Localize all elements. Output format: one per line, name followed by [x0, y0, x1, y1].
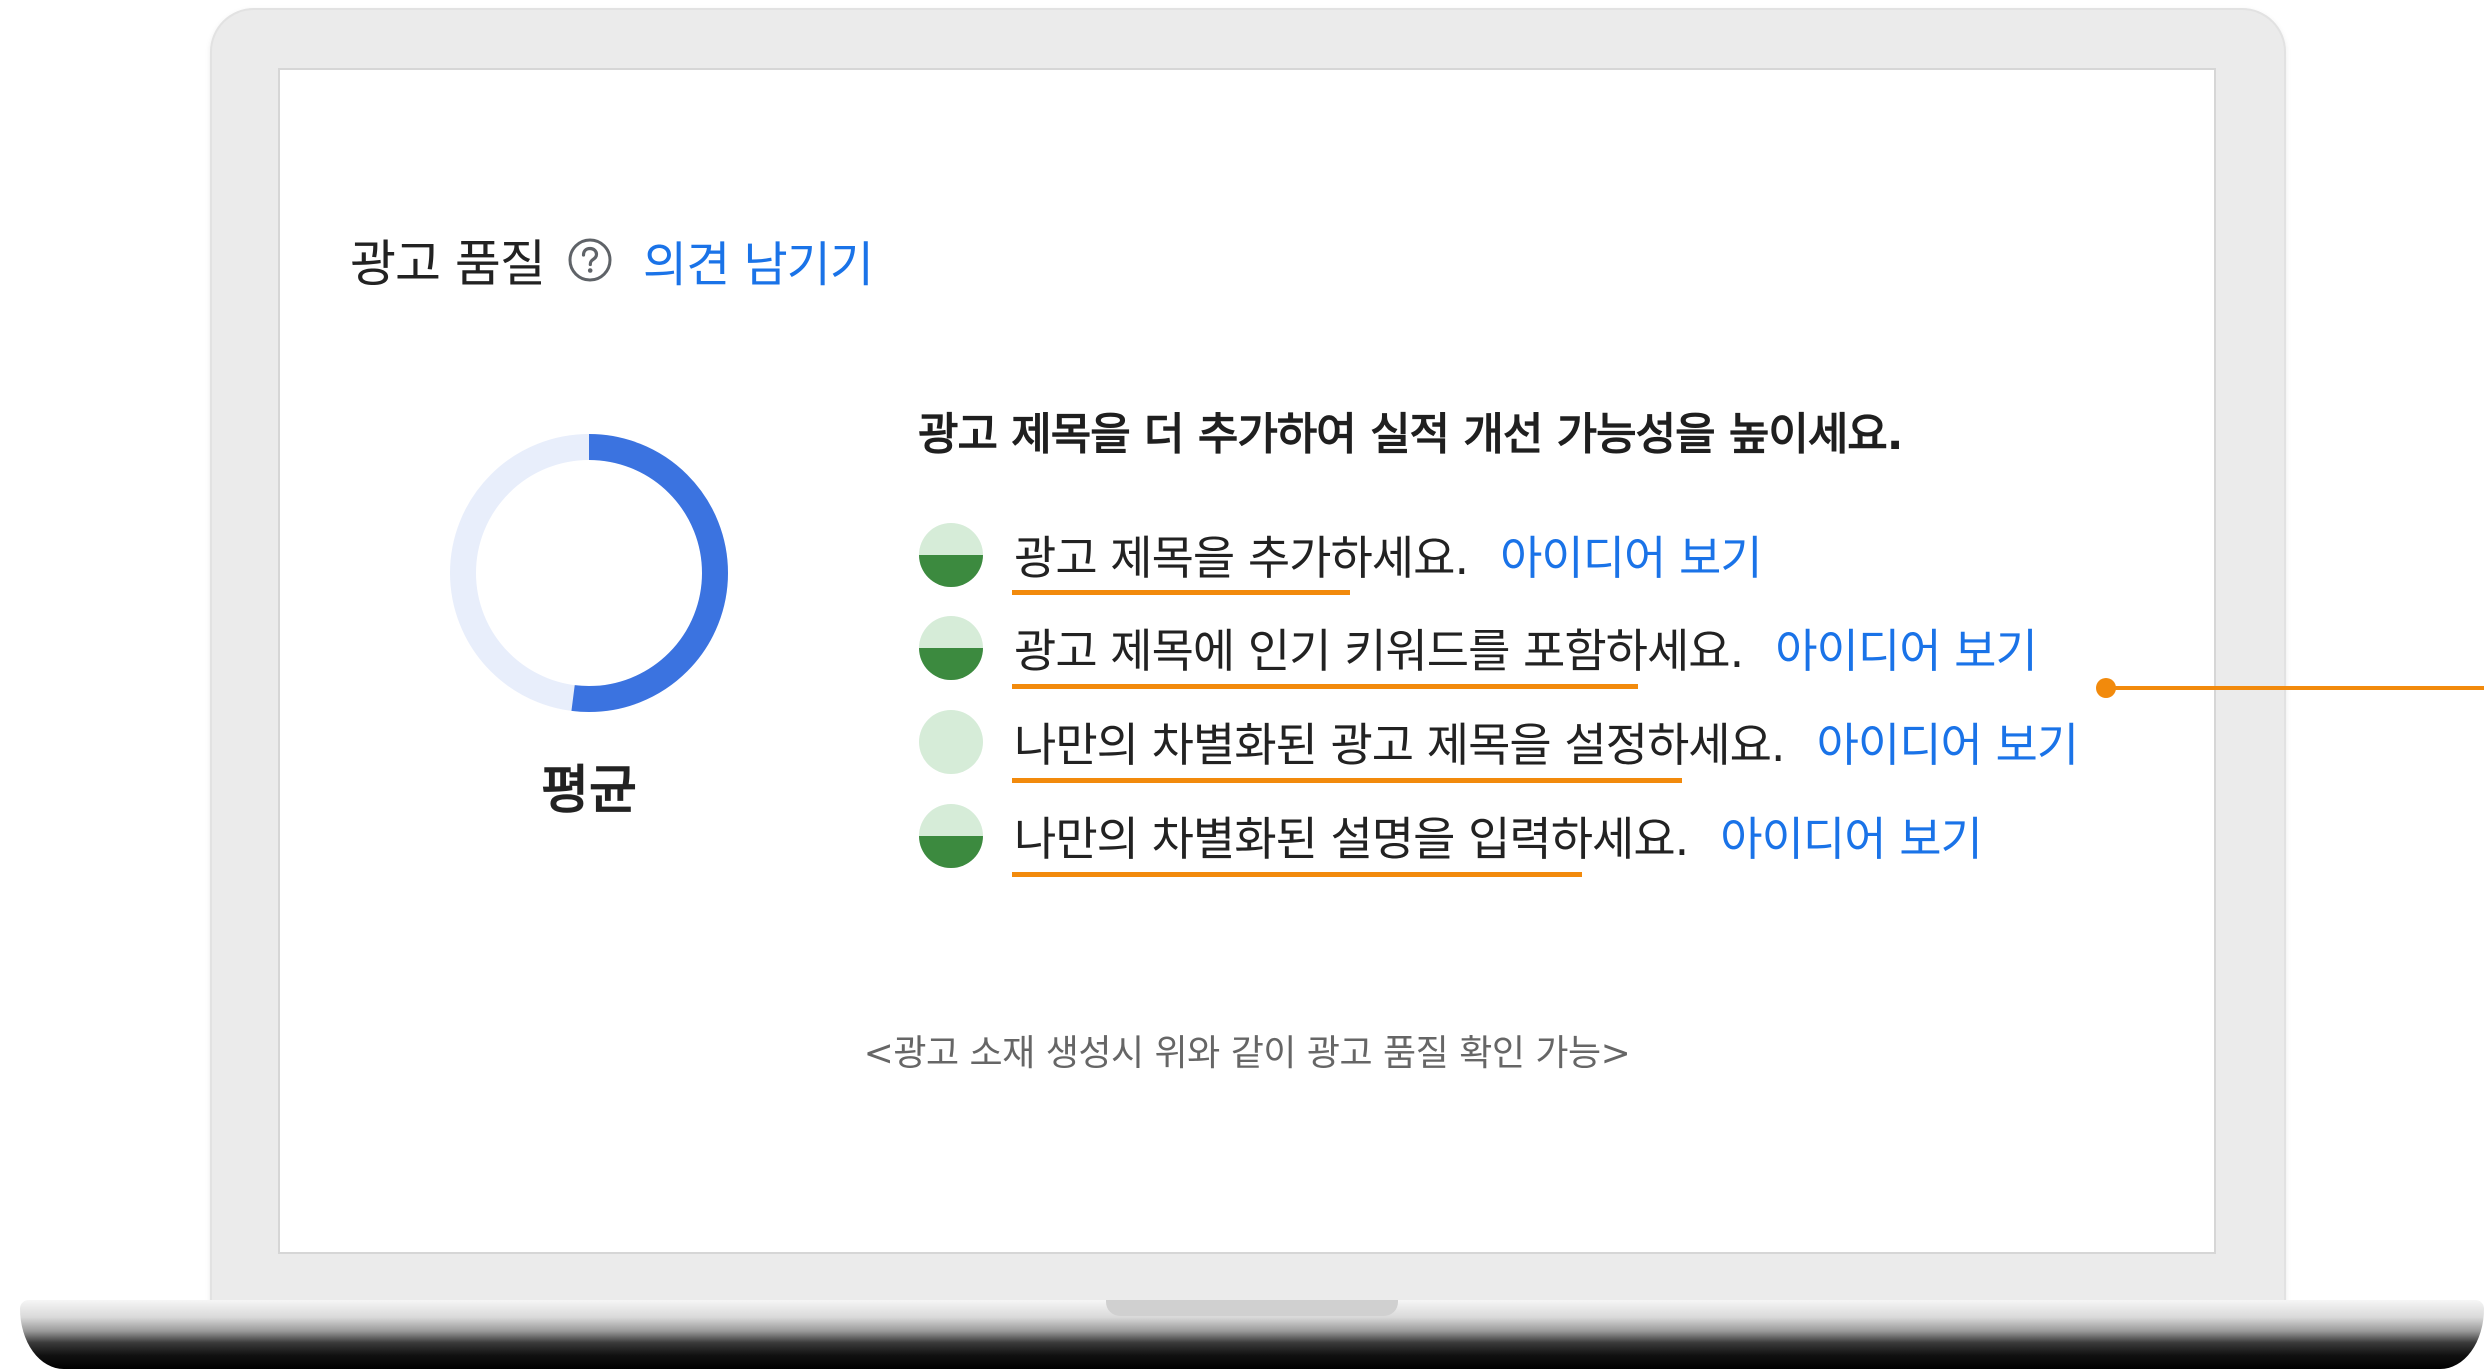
view-ideas-link[interactable]: 아이디어 보기 — [1720, 803, 1983, 869]
status-indicator-icon — [919, 710, 983, 774]
suggestion-item: 광고 제목을 추가하세요. 아이디어 보기 — [918, 518, 1763, 592]
suggestion-text: 광고 제목에 인기 키워드를 포함하세요. — [1014, 624, 1744, 678]
laptop-notch — [1106, 1300, 1398, 1316]
page-title: 광고 품질 — [350, 235, 546, 293]
suggestion-item: 광고 제목에 인기 키워드를 포함하세요. 아이디어 보기 — [918, 611, 2038, 685]
status-indicator-icon — [919, 523, 983, 587]
page: 광고 품질 의견 남기기 평균 광고 제목을 더 추가하여 실적 개선 가능성을… — [0, 0, 2484, 1369]
view-ideas-link[interactable]: 아이디어 보기 — [1500, 522, 1763, 588]
highlight-underline — [1012, 684, 1638, 689]
highlight-underline — [1012, 872, 1582, 877]
status-indicator-icon — [919, 804, 983, 868]
callout-line — [2106, 686, 2484, 690]
highlight-underline — [1012, 778, 1682, 783]
indicator-fill — [919, 836, 983, 868]
suggestion-text: 나만의 차별화된 설명을 입력하세요. — [1014, 812, 1689, 866]
quality-score-label: 평균 — [541, 761, 637, 821]
suggestion-heading: 광고 제목을 더 추가하여 실적 개선 가능성을 높이세요. — [918, 409, 1904, 460]
callout-dot — [2096, 678, 2116, 698]
suggestion-item: 나만의 차별화된 설명을 입력하세요. 아이디어 보기 — [918, 799, 1983, 873]
suggestion-text: 나만의 차별화된 광고 제목을 설정하세요. — [1014, 718, 1786, 772]
caption: <광고 소재 생성시 위와 같이 광고 품질 확인 가능> — [863, 1033, 1631, 1074]
indicator-background — [919, 710, 983, 774]
status-indicator-icon — [919, 616, 983, 680]
view-ideas-link[interactable]: 아이디어 보기 — [1775, 615, 2038, 681]
suggestion-text: 광고 제목을 추가하세요. — [1014, 531, 1469, 585]
laptop-base — [20, 1300, 2484, 1369]
view-ideas-link[interactable]: 아이디어 보기 — [1817, 709, 2080, 775]
quality-donut — [444, 428, 734, 718]
feedback-link[interactable]: 의견 남기기 — [643, 225, 874, 295]
suggestion-item: 나만의 차별화된 광고 제목을 설정하세요. 아이디어 보기 — [918, 705, 2080, 779]
question-circle-icon[interactable] — [567, 237, 613, 283]
indicator-fill — [919, 648, 983, 680]
indicator-fill — [919, 555, 983, 587]
ad-quality-header: 광고 품질 의견 남기기 — [350, 225, 874, 295]
highlight-underline — [1012, 590, 1350, 595]
